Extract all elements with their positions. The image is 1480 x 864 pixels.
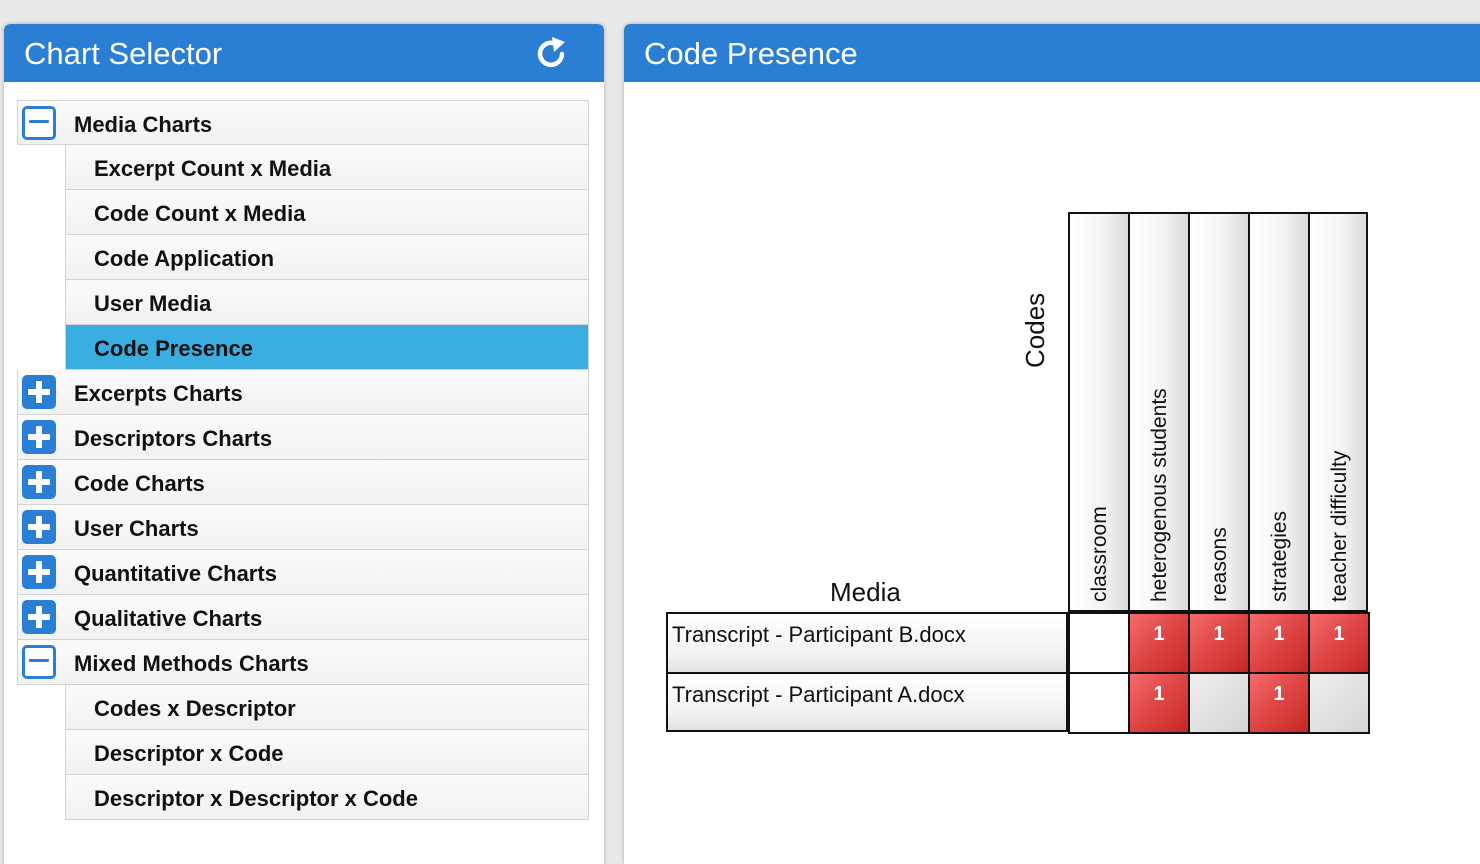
heatmap-cell[interactable]: 1 bbox=[1188, 612, 1248, 672]
heatmap-cell[interactable]: 1 bbox=[1248, 672, 1308, 732]
refresh-icon[interactable] bbox=[532, 34, 572, 74]
tree-item-label: Qualitative Charts bbox=[74, 606, 263, 631]
media-axis-label: Media bbox=[830, 577, 901, 607]
tree-item-label: Excerpts Charts bbox=[74, 381, 243, 406]
tree-item-code-application[interactable]: Code Application bbox=[65, 235, 589, 280]
tree-item-label: Media Charts bbox=[74, 112, 213, 137]
column-header: strategies bbox=[1248, 212, 1308, 612]
collapse-icon[interactable] bbox=[22, 645, 56, 679]
tree-item-code-count-x-media[interactable]: Code Count x Media bbox=[65, 190, 589, 235]
column-header: teacher difficulty bbox=[1308, 212, 1368, 612]
chart-selector-header: Chart Selector bbox=[4, 24, 604, 82]
chart-selector-title: Chart Selector bbox=[24, 36, 223, 71]
expand-icon[interactable] bbox=[22, 600, 56, 634]
code-presence-panel: Code Presence Codes Media classroom heter… bbox=[624, 24, 1480, 864]
row-header: Transcript - Participant B.docx bbox=[666, 612, 1068, 672]
tree-item-quantitative-charts[interactable]: Quantitative Charts bbox=[17, 550, 589, 595]
expand-icon[interactable] bbox=[22, 465, 56, 499]
tree-item-media-charts[interactable]: Media Charts bbox=[17, 100, 589, 145]
heatmap-cell[interactable] bbox=[1308, 672, 1368, 732]
tree-item-label: Code Count x Media bbox=[94, 201, 306, 226]
heatmap-cell[interactable] bbox=[1188, 672, 1248, 732]
heatmap-cell[interactable] bbox=[1068, 612, 1128, 672]
tree-item-code-charts[interactable]: Code Charts bbox=[17, 460, 589, 505]
heatmap-cell[interactable]: 1 bbox=[1128, 612, 1188, 672]
tree-item-label: Quantitative Charts bbox=[74, 561, 277, 586]
tree-item-label: Code Application bbox=[94, 246, 275, 271]
column-label: classroom bbox=[1088, 506, 1111, 602]
tree-item-label: Excerpt Count x Media bbox=[94, 156, 332, 181]
tree-item-descriptor-x-descriptor-x-code[interactable]: Descriptor x Descriptor x Code bbox=[65, 775, 589, 820]
tree-item-codes-x-descriptor[interactable]: Codes x Descriptor bbox=[65, 685, 589, 730]
column-header: heterogenous students bbox=[1128, 212, 1188, 612]
column-label: reasons bbox=[1208, 527, 1231, 602]
expand-icon[interactable] bbox=[22, 555, 56, 589]
collapse-icon[interactable] bbox=[22, 106, 56, 140]
row-header: Transcript - Participant A.docx bbox=[666, 672, 1068, 732]
codes-axis-label: Codes bbox=[1020, 292, 1050, 368]
column-header: reasons bbox=[1188, 212, 1248, 612]
chart-selector-panel: Chart Selector Media Charts Excerpt Count… bbox=[4, 24, 604, 864]
tree-item-user-media[interactable]: User Media bbox=[65, 280, 589, 325]
grid-border bbox=[1068, 732, 1368, 734]
heatmap-cell[interactable]: 1 bbox=[1248, 612, 1308, 672]
tree-item-descriptors-charts[interactable]: Descriptors Charts bbox=[17, 415, 589, 460]
chart-tree: Media Charts Excerpt Count x Media Code Co… bbox=[17, 100, 589, 820]
column-label: strategies bbox=[1268, 510, 1291, 602]
tree-item-label: Descriptor x Descriptor x Code bbox=[94, 786, 418, 811]
tree-item-code-presence[interactable]: Code Presence bbox=[65, 325, 589, 370]
expand-icon[interactable] bbox=[22, 420, 56, 454]
expand-icon[interactable] bbox=[22, 375, 56, 409]
heatmap-cell[interactable] bbox=[1068, 672, 1128, 732]
tree-item-label: Code Charts bbox=[74, 471, 205, 496]
expand-icon[interactable] bbox=[22, 510, 56, 544]
tree-item-excerpts-charts[interactable]: Excerpts Charts bbox=[17, 370, 589, 415]
tree-item-user-charts[interactable]: User Charts bbox=[17, 505, 589, 550]
column-label: heterogenous students bbox=[1148, 388, 1171, 602]
column-header: classroom bbox=[1068, 212, 1128, 612]
row-label: Transcript - Participant B.docx bbox=[672, 622, 966, 647]
tree-item-excerpt-count-x-media[interactable]: Excerpt Count x Media bbox=[65, 145, 589, 190]
tree-item-label: User Media bbox=[94, 291, 212, 316]
tree-item-label: Codes x Descriptor bbox=[94, 696, 296, 721]
tree-item-label: User Charts bbox=[74, 516, 199, 541]
heatmap-cell[interactable]: 1 bbox=[1128, 672, 1188, 732]
tree-item-label: Mixed Methods Charts bbox=[74, 651, 309, 676]
grid-border bbox=[1368, 612, 1370, 734]
tree-item-qualitative-charts[interactable]: Qualitative Charts bbox=[17, 595, 589, 640]
tree-item-label: Code Presence bbox=[94, 336, 253, 361]
heatmap-cell[interactable]: 1 bbox=[1308, 612, 1368, 672]
row-label: Transcript - Participant A.docx bbox=[672, 682, 965, 707]
code-presence-matrix: Codes Media classroom heterogenous studen… bbox=[624, 24, 1480, 844]
tree-item-mixed-methods-charts[interactable]: Mixed Methods Charts bbox=[17, 640, 589, 685]
tree-item-label: Descriptors Charts bbox=[74, 426, 273, 451]
tree-item-descriptor-x-code[interactable]: Descriptor x Code bbox=[65, 730, 589, 775]
column-label: teacher difficulty bbox=[1328, 450, 1351, 602]
tree-item-label: Descriptor x Code bbox=[94, 741, 284, 766]
